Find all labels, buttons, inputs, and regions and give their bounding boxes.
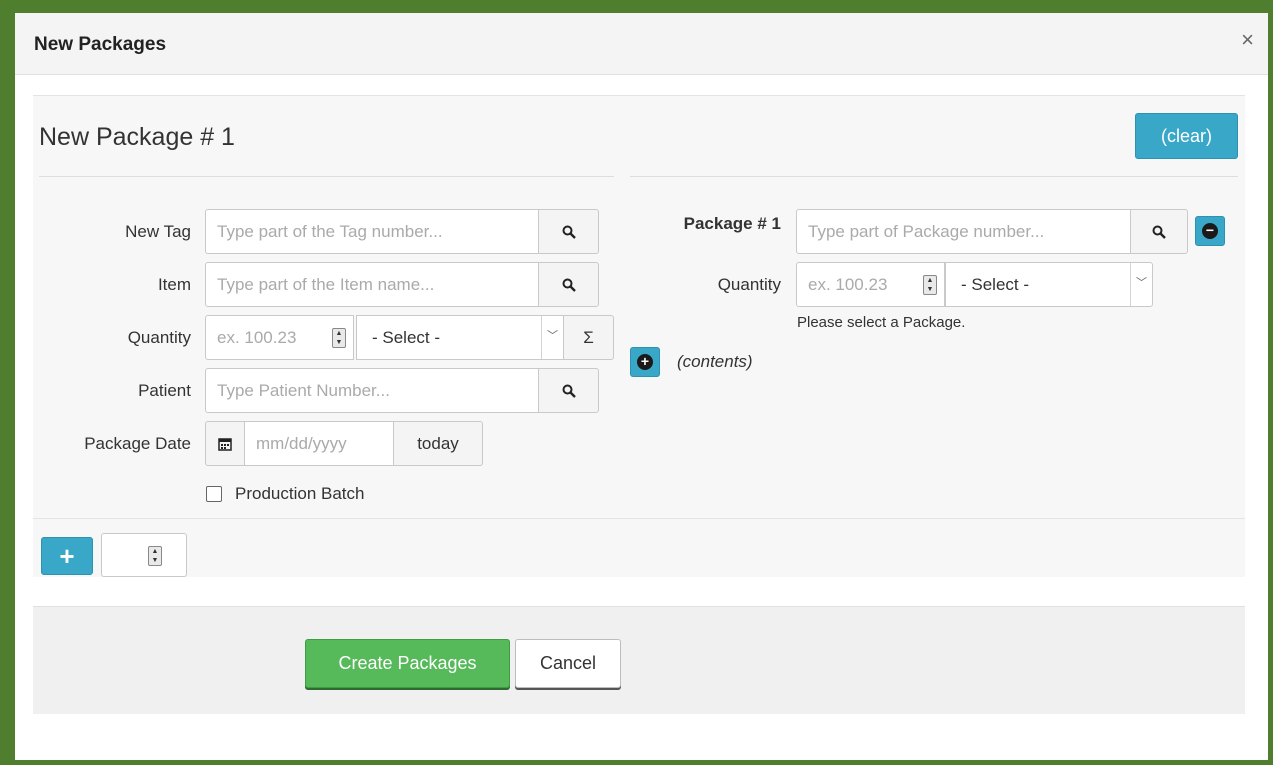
today-button[interactable]: today: [393, 421, 483, 466]
minus-circle-icon: −: [1202, 223, 1218, 239]
search-icon: [562, 278, 576, 292]
sum-button[interactable]: Σ: [563, 315, 614, 360]
remove-package-button[interactable]: −: [1195, 216, 1225, 246]
cancel-button[interactable]: Cancel: [515, 639, 621, 688]
right-quantity-input[interactable]: ex. 100.23 ▲ ▼: [796, 262, 945, 307]
item-input[interactable]: Type part of the Item name...: [205, 262, 539, 307]
search-icon: [562, 384, 576, 398]
package-panel: New Package # 1 (clear) New Tag Type par…: [33, 95, 1245, 577]
add-contents-button[interactable]: +: [630, 347, 660, 377]
new-tag-search-button[interactable]: [538, 209, 599, 254]
right-quantity-placeholder: ex. 100.23: [808, 275, 888, 294]
quantity-input[interactable]: ex. 100.23 ▲ ▼: [205, 315, 354, 360]
quantity-spinner[interactable]: ▲ ▼: [332, 328, 346, 348]
package-1-label: Package # 1: [683, 214, 781, 233]
package-count-spinner[interactable]: ▲ ▼: [148, 546, 162, 566]
right-quantity-unit-value: - Select -: [961, 275, 1030, 294]
patient-search-button[interactable]: [538, 368, 599, 413]
sum-icon: Σ: [583, 327, 594, 347]
package-search-button[interactable]: [1130, 209, 1188, 254]
new-packages-dialog: New Packages × New Package # 1 (clear) N…: [15, 13, 1268, 760]
dialog-header: New Packages ×: [15, 13, 1268, 75]
chevron-down-icon: ﹀: [541, 316, 563, 359]
new-tag-input[interactable]: Type part of the Tag number...: [205, 209, 539, 254]
production-batch-checkbox[interactable]: [206, 486, 222, 502]
patient-input[interactable]: Type Patient Number...: [205, 368, 539, 413]
right-quantity-unit-select[interactable]: - Select - ﹀: [945, 262, 1153, 307]
production-batch-label: Production Batch: [235, 484, 365, 503]
add-package-row: + ▲ ▼: [33, 518, 1245, 577]
plus-circle-icon: +: [637, 354, 653, 370]
close-icon[interactable]: ×: [1241, 29, 1254, 51]
search-icon: [1152, 225, 1166, 239]
new-tag-label: New Tag: [125, 222, 191, 241]
package-hint: Please select a Package.: [797, 314, 966, 331]
search-icon: [562, 225, 576, 239]
patient-label: Patient: [138, 381, 191, 400]
package-count-input[interactable]: ▲ ▼: [101, 533, 187, 577]
heading-divider-right: [630, 176, 1238, 177]
create-packages-button[interactable]: Create Packages: [305, 639, 510, 688]
quantity-placeholder: ex. 100.23: [217, 328, 297, 347]
calendar-button[interactable]: [205, 421, 245, 466]
item-label: Item: [157, 275, 191, 294]
quantity-unit-value: - Select -: [372, 328, 441, 347]
clear-button[interactable]: (clear): [1135, 113, 1238, 159]
package-date-label: Package Date: [84, 434, 191, 453]
quantity-unit-select[interactable]: - Select - ﹀: [356, 315, 564, 360]
chevron-down-icon: ﹀: [1130, 263, 1152, 306]
package-date-input[interactable]: mm/dd/yyyy: [244, 421, 394, 466]
dialog-title: New Packages: [34, 34, 167, 55]
add-package-button[interactable]: +: [41, 537, 93, 575]
contents-label: (contents): [677, 352, 753, 371]
package-input[interactable]: Type part of Package number...: [796, 209, 1131, 254]
right-quantity-label: Quantity: [717, 275, 781, 294]
right-quantity-spinner[interactable]: ▲ ▼: [923, 275, 937, 295]
package-heading: New Package # 1: [39, 123, 235, 151]
dialog-footer: Create Packages Cancel: [33, 606, 1245, 714]
quantity-label: Quantity: [127, 328, 191, 347]
item-search-button[interactable]: [538, 262, 599, 307]
heading-divider: [39, 176, 614, 177]
calendar-icon: [218, 437, 232, 451]
